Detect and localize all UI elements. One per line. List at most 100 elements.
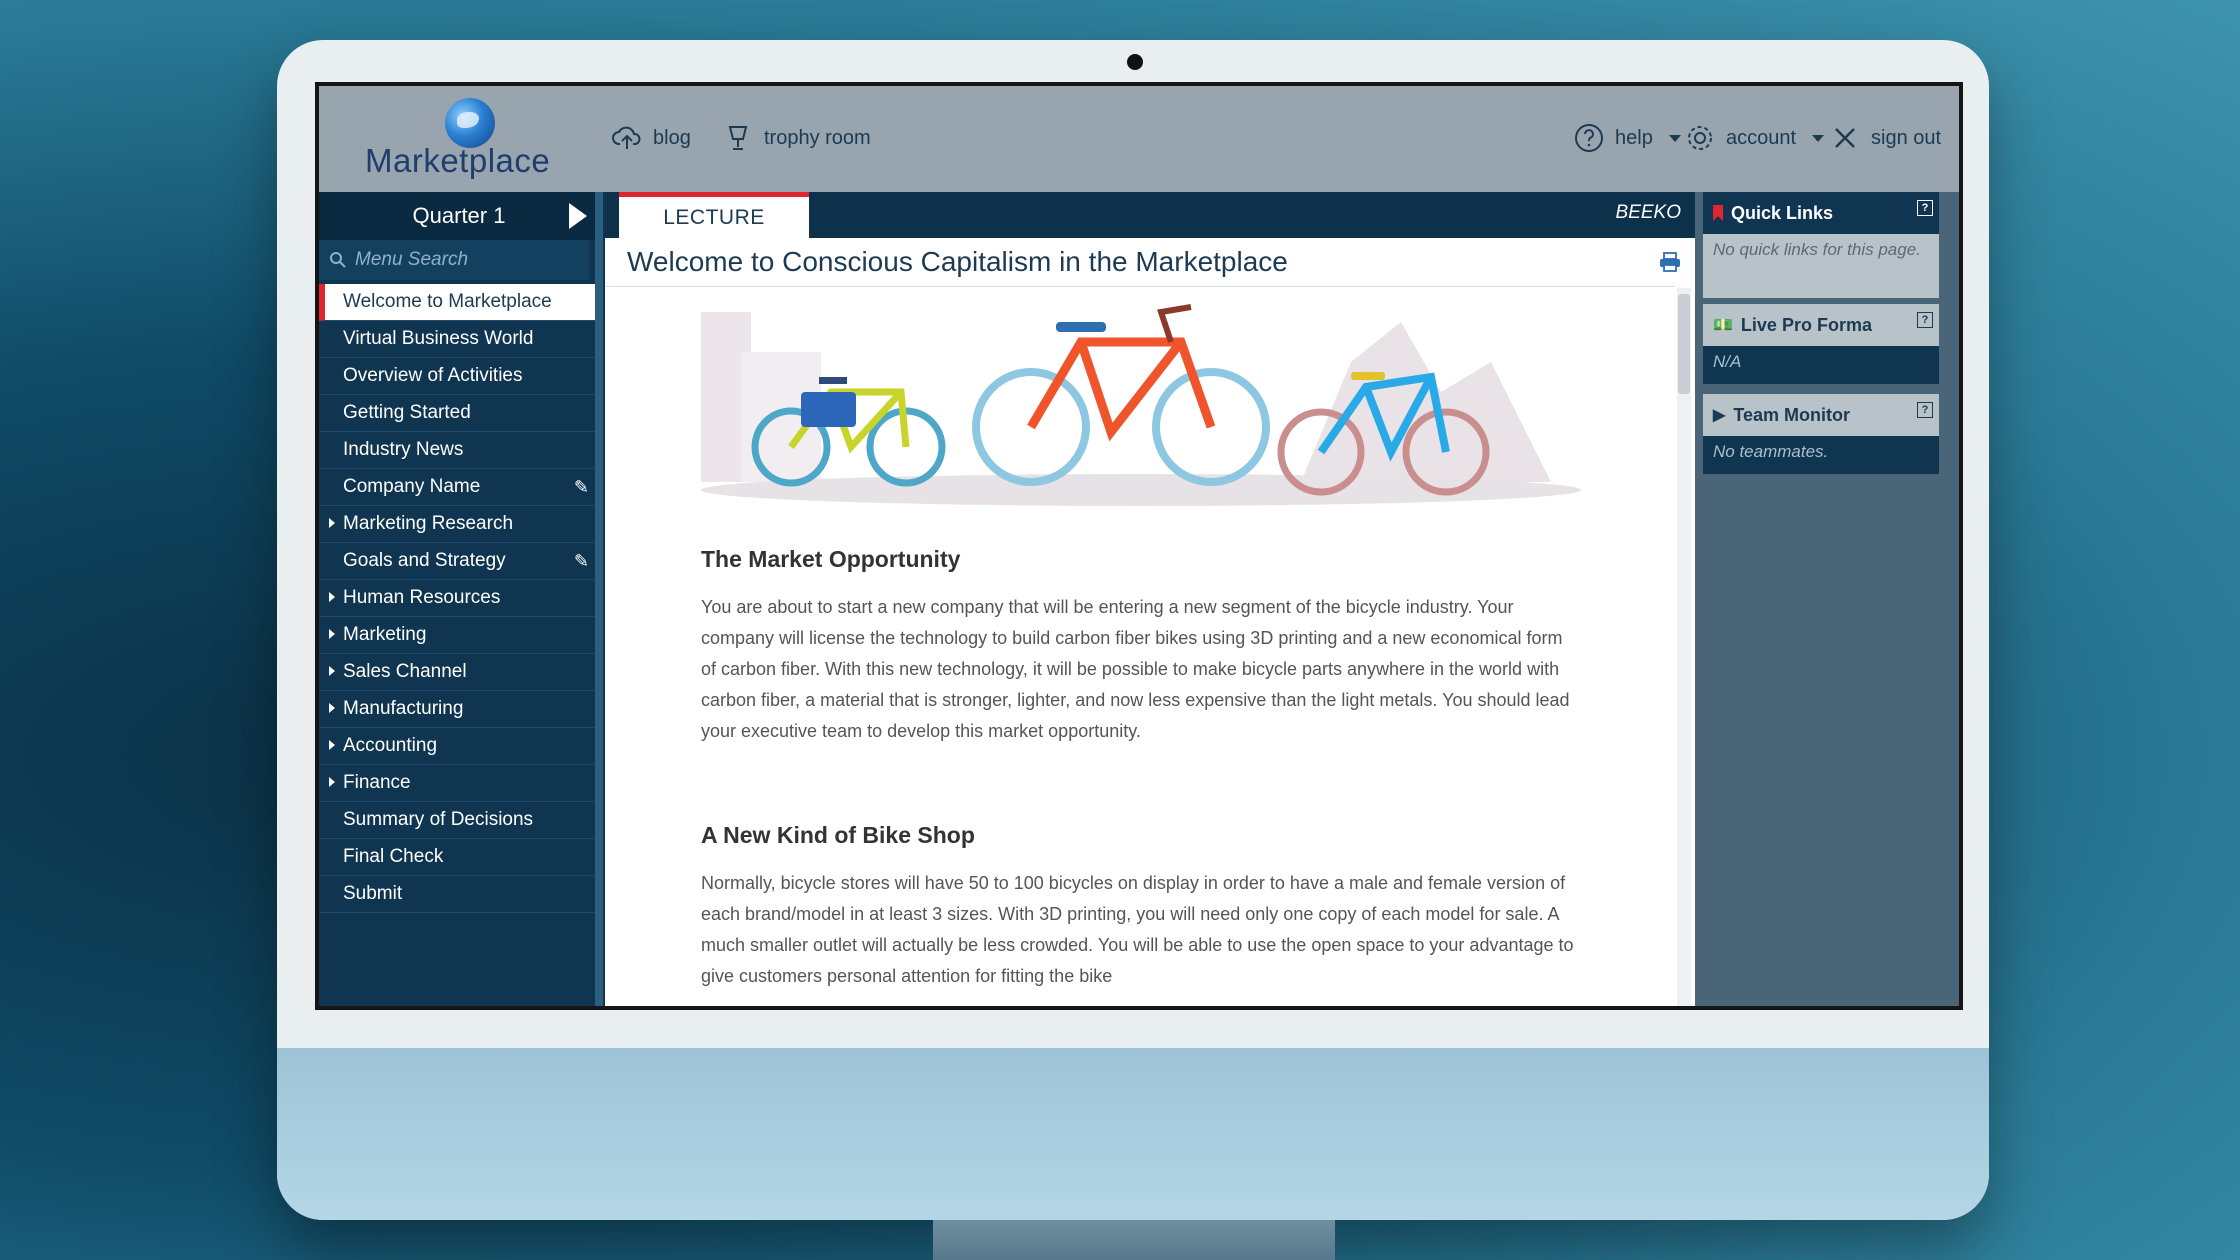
- sign-out-label: sign out: [1871, 126, 1942, 149]
- money-icon: 💵: [1713, 317, 1733, 334]
- sidebar-item-label: Accounting: [343, 735, 438, 756]
- camera-dot: [1127, 54, 1143, 70]
- search-icon: [330, 252, 346, 268]
- live-pro-forma-header[interactable]: 💵 Live Pro Forma ?: [1703, 304, 1939, 346]
- tab-lecture[interactable]: LECTURE: [619, 192, 809, 238]
- chevron-down-icon: [1668, 134, 1681, 142]
- left-sidebar: Quarter 1 Menu Search Welcome to Marketp…: [319, 192, 599, 1006]
- chevron-right-icon: [329, 777, 335, 787]
- trophy-room-link[interactable]: trophy room: [722, 120, 871, 156]
- sidebar-item[interactable]: Marketing Research: [319, 506, 595, 543]
- sidebar-item[interactable]: Industry News: [319, 432, 595, 469]
- quick-links-title: Quick Links: [1731, 202, 1834, 223]
- chevron-right-icon: [329, 518, 335, 528]
- sidebar-item[interactable]: Getting Started: [319, 395, 595, 432]
- monitor-stand: [933, 1220, 1335, 1260]
- scrollbar-thumb[interactable]: [1678, 294, 1690, 394]
- sidebar-item[interactable]: Human Resources: [319, 580, 595, 617]
- chevron-right-icon: [329, 629, 335, 639]
- company-name: BEEKO: [1615, 202, 1681, 223]
- sidebar-item-label: Welcome to Marketplace: [343, 291, 552, 312]
- account-menu[interactable]: account: [1684, 120, 1825, 156]
- gear-icon: [1688, 126, 1712, 150]
- pencil-icon[interactable]: ✎: [574, 551, 589, 572]
- team-monitor-header[interactable]: ▶ Team Monitor ?: [1703, 394, 1939, 436]
- live-pro-forma-title: Live Pro Forma: [1740, 314, 1872, 335]
- sidebar-item[interactable]: Welcome to Marketplace: [319, 284, 595, 321]
- title-divider: [605, 286, 1675, 287]
- blog-label: blog: [653, 126, 691, 149]
- content-scrollbar[interactable]: [1677, 288, 1691, 1006]
- menu-search-input[interactable]: Menu Search: [319, 240, 589, 280]
- blog-link[interactable]: blog: [611, 120, 691, 156]
- help-menu[interactable]: help: [1573, 120, 1681, 156]
- menu-search-placeholder: Menu Search: [355, 249, 469, 270]
- section-paragraph: Normally, bicycle stores will have 50 to…: [701, 873, 1574, 986]
- section-heading: The Market Opportunity: [701, 546, 961, 572]
- sidebar-item[interactable]: Finance: [319, 765, 595, 802]
- sidebar-item-label: Final Check: [343, 846, 444, 867]
- bicycles-illustration: [701, 304, 1581, 506]
- quick-links-body: No quick links for this page.: [1703, 234, 1939, 298]
- chevron-right-icon: [329, 666, 335, 676]
- sidebar-item[interactable]: Summary of Decisions: [319, 802, 595, 839]
- sidebar-item[interactable]: Marketing: [319, 617, 595, 654]
- sidebar-item[interactable]: Accounting: [319, 728, 595, 765]
- sidebar-item[interactable]: Sales Channel: [319, 654, 595, 691]
- help-icon[interactable]: ?: [1917, 402, 1933, 418]
- help-icon[interactable]: ?: [1917, 312, 1933, 328]
- live-pro-forma-body: N/A: [1703, 346, 1939, 384]
- account-label: account: [1726, 126, 1797, 149]
- main-content: LECTURE BEEKO Welcome to Conscious Capit…: [605, 192, 1695, 1006]
- sidebar-item-label: Industry News: [343, 439, 464, 460]
- print-icon[interactable]: [1659, 252, 1681, 272]
- sidebar-item-label: Overview of Activities: [343, 365, 523, 386]
- sidebar-item[interactable]: Submit: [319, 876, 595, 913]
- sidebar-item-label: Finance: [343, 772, 411, 793]
- sidebar-item[interactable]: Final Check: [319, 839, 595, 876]
- tab-bar: LECTURE BEEKO: [605, 192, 1695, 238]
- chevron-right-icon: [329, 740, 335, 750]
- sidebar-item-label: Sales Channel: [343, 661, 467, 682]
- sidebar-item-label: Virtual Business World: [343, 328, 534, 349]
- sidebar-divider[interactable]: [595, 192, 603, 1006]
- sidebar-item[interactable]: Goals and Strategy ✎: [319, 543, 595, 580]
- page-title: Welcome to Conscious Capitalism in the M…: [627, 246, 1288, 277]
- bookmark-icon: [1713, 205, 1723, 221]
- monitor-chin: [277, 1048, 1989, 1220]
- sidebar-item-label: Getting Started: [343, 402, 471, 423]
- sidebar-item[interactable]: Manufacturing: [319, 691, 595, 728]
- sidebar-item[interactable]: Overview of Activities: [319, 358, 595, 395]
- cloud-upload-icon: [612, 126, 641, 149]
- sign-out-link[interactable]: sign out: [1829, 120, 1941, 156]
- quick-links-header[interactable]: Quick Links ?: [1703, 192, 1939, 234]
- lecture-panel: Welcome to Conscious Capitalism in the M…: [605, 238, 1695, 1006]
- chevron-right-icon: [329, 703, 335, 713]
- quick-links-widget: Quick Links ? No quick links for this pa…: [1703, 192, 1939, 298]
- sidebar-item-label: Company Name: [343, 476, 481, 497]
- help-icon: [1575, 124, 1603, 152]
- sidebar-item-label: Submit: [343, 883, 403, 904]
- section-heading: A New Kind of Bike Shop: [701, 822, 975, 848]
- chevron-down-icon: [1812, 134, 1825, 142]
- video-icon: ▶: [1713, 407, 1726, 424]
- trophy-room-label: trophy room: [764, 126, 871, 149]
- sidebar-item[interactable]: Company Name ✎: [319, 469, 595, 506]
- quarter-selector[interactable]: Quarter 1: [319, 192, 599, 240]
- play-icon[interactable]: [569, 203, 587, 229]
- team-monitor-title: Team Monitor: [1733, 404, 1850, 425]
- top-bar: Marketplace blog trophy room help accoun…: [319, 86, 1959, 192]
- sidebar-item[interactable]: Virtual Business World: [319, 321, 595, 358]
- team-monitor-body: No teammates.: [1703, 436, 1939, 474]
- pencil-icon[interactable]: ✎: [574, 477, 589, 498]
- help-icon[interactable]: ?: [1917, 200, 1933, 216]
- live-pro-forma-widget: 💵 Live Pro Forma ? N/A: [1703, 304, 1939, 384]
- quarter-label: Quarter 1: [412, 203, 506, 228]
- marketplace-logo[interactable]: Marketplace: [365, 98, 565, 183]
- team-monitor-widget: ▶ Team Monitor ? No teammates.: [1703, 394, 1939, 474]
- sidebar-item-label: Goals and Strategy: [343, 550, 506, 571]
- sidebar-item-label: Marketing Research: [343, 513, 514, 534]
- right-panel: Quick Links ? No quick links for this pa…: [1695, 192, 1959, 1006]
- chevron-right-icon: [329, 592, 335, 602]
- trophy-icon: [728, 126, 748, 150]
